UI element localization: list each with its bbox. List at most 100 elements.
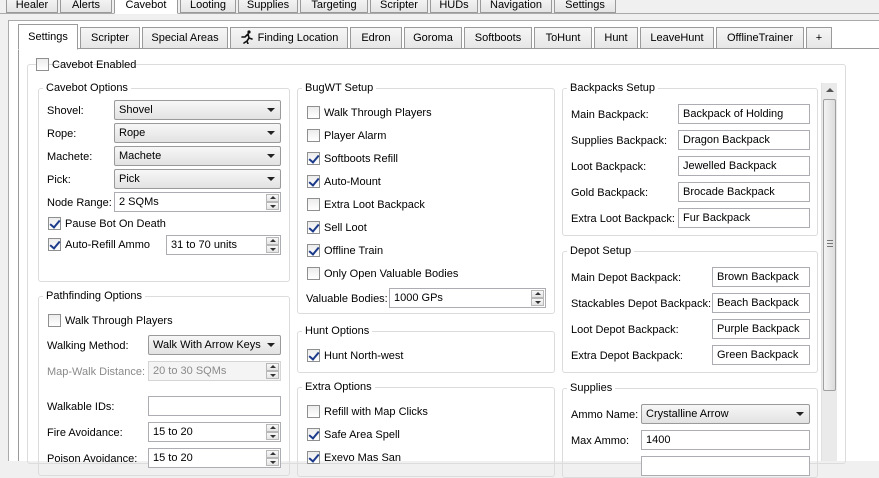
- subtab-settings[interactable]: Settings: [18, 24, 78, 50]
- tab-healer[interactable]: Healer: [6, 0, 58, 13]
- walkable-ids-input[interactable]: [148, 396, 281, 416]
- spin-down-icon[interactable]: [266, 245, 279, 253]
- scroll-up-icon[interactable]: [822, 83, 837, 97]
- grip-icon: [827, 240, 833, 247]
- loot-backpack-input[interactable]: Jewelled Backpack: [678, 156, 810, 176]
- poison-avoidance-spinbox[interactable]: 15 to 20: [148, 448, 281, 468]
- max-ammo-label: Max Ammo:: [571, 435, 630, 447]
- offline-train-checkbox[interactable]: [307, 244, 320, 257]
- spin-buttons[interactable]: [531, 290, 544, 306]
- path-walk-through-players-label: Walk Through Players: [65, 315, 173, 327]
- extra-loot-backpack-checkbox[interactable]: [307, 198, 320, 211]
- spin-up-icon[interactable]: [266, 424, 279, 432]
- node-range-spinbox[interactable]: 2 SQMs: [114, 192, 281, 212]
- tab-huds[interactable]: HUDs: [430, 0, 478, 13]
- spin-down-icon[interactable]: [266, 432, 279, 440]
- main-backpack-input[interactable]: Backpack of Holding: [678, 104, 810, 124]
- extra-depot-backpack-input[interactable]: Green Backpack: [712, 345, 810, 365]
- max-ammo-input[interactable]: 1400: [641, 430, 810, 450]
- auto-refill-ammo-checkbox[interactable]: [48, 238, 61, 251]
- subtab-special-areas[interactable]: Special Areas: [142, 27, 228, 49]
- machete-select[interactable]: Machete: [114, 146, 281, 166]
- subtab-tohunt[interactable]: ToHunt: [534, 27, 592, 49]
- ammo-name-select[interactable]: Crystalline Arrow: [641, 404, 810, 424]
- main-depot-backpack-input[interactable]: Brown Backpack: [712, 267, 810, 287]
- gold-backpack-input[interactable]: Brocade Backpack: [678, 182, 810, 202]
- tab-supplies[interactable]: Supplies: [238, 0, 298, 13]
- player-alarm-checkbox[interactable]: [307, 129, 320, 142]
- stackables-depot-backpack-input[interactable]: Beach Backpack: [712, 293, 810, 313]
- shovel-select[interactable]: Shovel: [114, 100, 281, 120]
- walking-method-select[interactable]: Walk With Arrow Keys: [148, 335, 281, 355]
- tab-navigation[interactable]: Navigation: [480, 0, 552, 13]
- sell-loot-checkbox[interactable]: [307, 221, 320, 234]
- shovel-value: Shovel: [119, 104, 153, 116]
- spin-up-icon[interactable]: [266, 363, 279, 371]
- loot-depot-backpack-input[interactable]: Purple Backpack: [712, 319, 810, 339]
- spin-up-icon[interactable]: [531, 290, 544, 298]
- tab-alerts[interactable]: Alerts: [60, 0, 112, 13]
- tab-cavebot[interactable]: Cavebot: [114, 0, 178, 14]
- only-open-valuable-bodies-checkbox[interactable]: [307, 267, 320, 280]
- hunt-options-title: Hunt Options: [302, 325, 373, 338]
- spin-down-icon[interactable]: [266, 458, 279, 466]
- exevo-mas-san-checkbox[interactable]: [307, 451, 320, 464]
- path-walk-through-players-checkbox[interactable]: [48, 314, 61, 327]
- tab-scripter[interactable]: Scripter: [370, 0, 428, 13]
- pause-on-death-checkbox[interactable]: [48, 217, 61, 230]
- subtab-edron[interactable]: Edron: [350, 27, 402, 49]
- depot-setup-title: Depot Setup: [567, 245, 635, 258]
- subtab-add[interactable]: +: [806, 27, 832, 49]
- chevron-down-icon: [267, 108, 275, 112]
- extra-loot-backpack-input[interactable]: Fur Backpack: [678, 208, 810, 228]
- softboots-refill-checkbox[interactable]: [307, 152, 320, 165]
- tab-targeting[interactable]: Targeting: [300, 0, 368, 13]
- hunt-north-west-checkbox[interactable]: [307, 349, 320, 362]
- auto-refill-ammo-spinbox[interactable]: 31 to 70 units: [166, 235, 281, 255]
- refill-map-clicks-checkbox[interactable]: [307, 405, 320, 418]
- spin-down-icon[interactable]: [266, 202, 279, 210]
- subtab-goroma[interactable]: Goroma: [404, 27, 462, 49]
- ammo-name-label: Ammo Name:: [571, 409, 639, 421]
- subtab-softboots[interactable]: Softboots: [464, 27, 532, 49]
- auto-refill-ammo-label: Auto-Refill Ammo: [65, 239, 150, 251]
- safe-area-spell-label: Safe Area Spell: [324, 429, 400, 441]
- poison-avoidance-value: 15 to 20: [153, 452, 193, 464]
- subtab-finding-location[interactable]: Finding Location: [230, 27, 348, 49]
- safe-area-spell-checkbox[interactable]: [307, 428, 320, 441]
- auto-mount-checkbox[interactable]: [307, 175, 320, 188]
- valuable-bodies-spinbox[interactable]: 1000 GPs: [389, 288, 546, 308]
- valuable-bodies-value: 1000 GPs: [394, 292, 443, 304]
- spin-buttons[interactable]: [266, 424, 279, 440]
- pick-value: Pick: [119, 173, 140, 185]
- supplies-backpack-input[interactable]: Dragon Backpack: [678, 130, 810, 150]
- scrollbar-thumb[interactable]: [823, 99, 836, 391]
- pick-select[interactable]: Pick: [114, 169, 281, 189]
- bugwt-walk-through-players-checkbox[interactable]: [307, 106, 320, 119]
- bugwt-walk-through-players-label: Walk Through Players: [324, 107, 432, 119]
- bugwt-setup-title: BugWT Setup: [302, 82, 377, 95]
- supplies-extra-input[interactable]: [641, 456, 810, 476]
- subtab-hunt[interactable]: Hunt: [594, 27, 638, 49]
- tab-looting[interactable]: Looting: [180, 0, 236, 13]
- spin-buttons[interactable]: [266, 450, 279, 466]
- node-range-value: 2 SQMs: [119, 196, 159, 208]
- spin-down-icon[interactable]: [266, 371, 279, 379]
- spin-buttons[interactable]: [266, 194, 279, 210]
- subtab-scripter[interactable]: Scripter: [80, 27, 140, 49]
- fire-avoidance-spinbox[interactable]: 15 to 20: [148, 422, 281, 442]
- walking-method-label: Walking Method:: [47, 340, 129, 352]
- spin-buttons[interactable]: [266, 237, 279, 253]
- subtab-offlinetrainer[interactable]: OfflineTrainer: [716, 27, 804, 49]
- rope-select[interactable]: Rope: [114, 123, 281, 143]
- subtab-leavehunt[interactable]: LeaveHunt: [640, 27, 714, 49]
- spin-up-icon[interactable]: [266, 237, 279, 245]
- spin-buttons[interactable]: [266, 363, 279, 379]
- map-walk-distance-spinbox[interactable]: 20 to 30 SQMs: [148, 361, 281, 381]
- spin-down-icon[interactable]: [531, 298, 544, 306]
- spin-up-icon[interactable]: [266, 450, 279, 458]
- vertical-scrollbar[interactable]: [821, 83, 837, 461]
- spin-up-icon[interactable]: [266, 194, 279, 202]
- tab-settings[interactable]: Settings: [554, 0, 616, 13]
- cavebot-enabled-checkbox[interactable]: [36, 58, 49, 71]
